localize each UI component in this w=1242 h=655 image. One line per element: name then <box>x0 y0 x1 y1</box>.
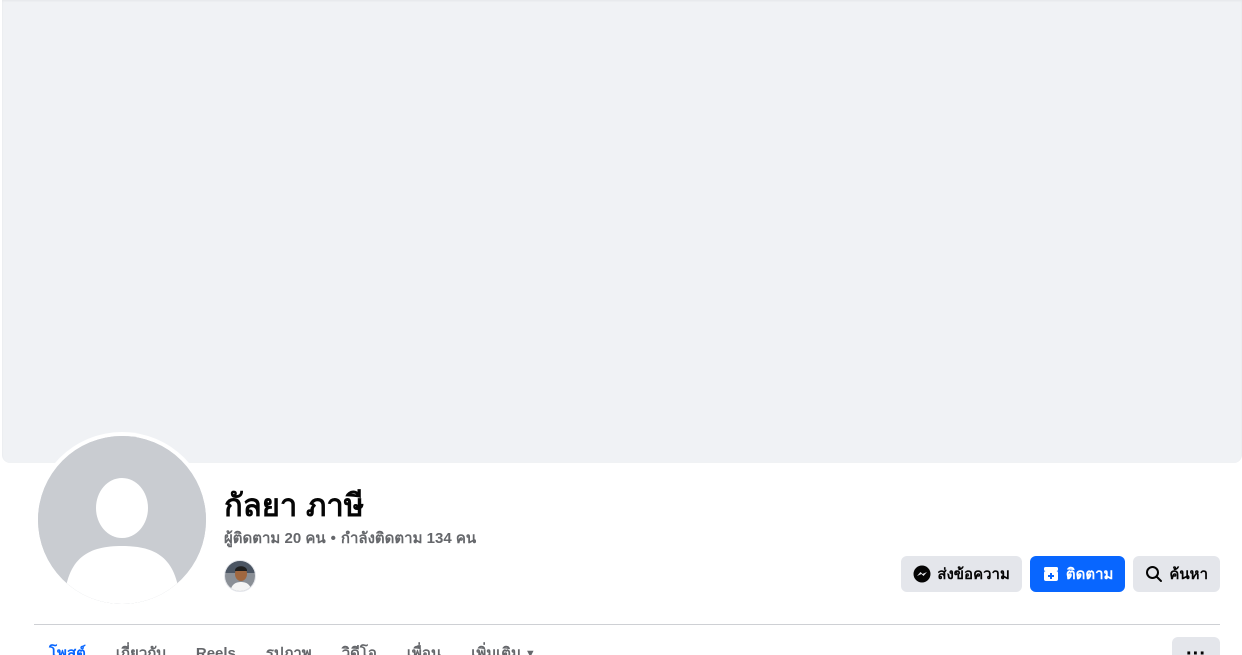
tab-more-label: เพิ่มเติม <box>471 645 521 655</box>
profile-picture-frame[interactable] <box>34 432 210 608</box>
more-options-button[interactable]: ··· <box>1172 637 1220 655</box>
mutual-friend-avatar[interactable] <box>224 560 256 592</box>
cover-photo[interactable] <box>2 0 1242 463</box>
profile-page: กัลยา ภาษี ผู้ติดตาม 20 คน • กำลังติดตาม 1… <box>0 0 1242 655</box>
follow-add-icon <box>1042 565 1060 583</box>
search-button[interactable]: ค้นหา <box>1133 556 1220 592</box>
search-icon <box>1145 565 1163 583</box>
tab-videos-label: วิดีโอ <box>341 645 377 655</box>
profile-actions: ส่งข้อความ ติดตาม ค้นหา <box>901 556 1220 592</box>
messenger-icon <box>913 565 931 583</box>
stats-separator: • <box>330 530 336 547</box>
follow-button-label: ติดตาม <box>1065 566 1114 583</box>
following-count[interactable]: กำลังติดตาม 134 คน <box>341 530 476 547</box>
tab-friends-label: เพื่อน <box>406 645 442 655</box>
tab-reels-label: Reels <box>195 645 236 655</box>
followers-count[interactable]: ผู้ติดตาม 20 คน <box>224 530 326 547</box>
tab-more[interactable]: เพิ่มเติม ▼ <box>456 640 551 655</box>
message-button[interactable]: ส่งข้อความ <box>901 556 1022 592</box>
tab-photos[interactable]: รูปภาพ <box>251 640 327 655</box>
friend-photo-icon <box>225 561 255 591</box>
default-avatar-icon <box>38 436 206 604</box>
tab-about[interactable]: เกี่ยวกับ <box>101 640 181 655</box>
tab-photos-label: รูปภาพ <box>265 645 312 655</box>
tab-posts[interactable]: โพสต์ <box>34 640 101 655</box>
header-divider <box>34 624 1220 625</box>
search-button-label: ค้นหา <box>1169 566 1208 583</box>
tab-posts-label: โพสต์ <box>49 645 86 655</box>
tab-friends[interactable]: เพื่อน <box>392 640 456 655</box>
profile-tabs: โพสต์ เกี่ยวกับ Reels รูปภาพ วิดีโอ เพื่… <box>34 640 551 655</box>
tab-about-label: เกี่ยวกับ <box>115 645 166 655</box>
follow-button[interactable]: ติดตาม <box>1029 556 1126 592</box>
profile-name: กัลยา ภาษี <box>224 488 365 523</box>
tab-videos[interactable]: วิดีโอ <box>327 640 392 655</box>
tab-reels[interactable]: Reels <box>181 640 251 655</box>
message-button-label: ส่งข้อความ <box>937 566 1010 583</box>
follow-stats: ผู้ติดตาม 20 คน • กำลังติดตาม 134 คน <box>224 529 476 549</box>
more-options-icon: ··· <box>1186 643 1206 655</box>
profile-picture[interactable] <box>38 436 206 604</box>
caret-down-icon: ▼ <box>524 648 536 655</box>
